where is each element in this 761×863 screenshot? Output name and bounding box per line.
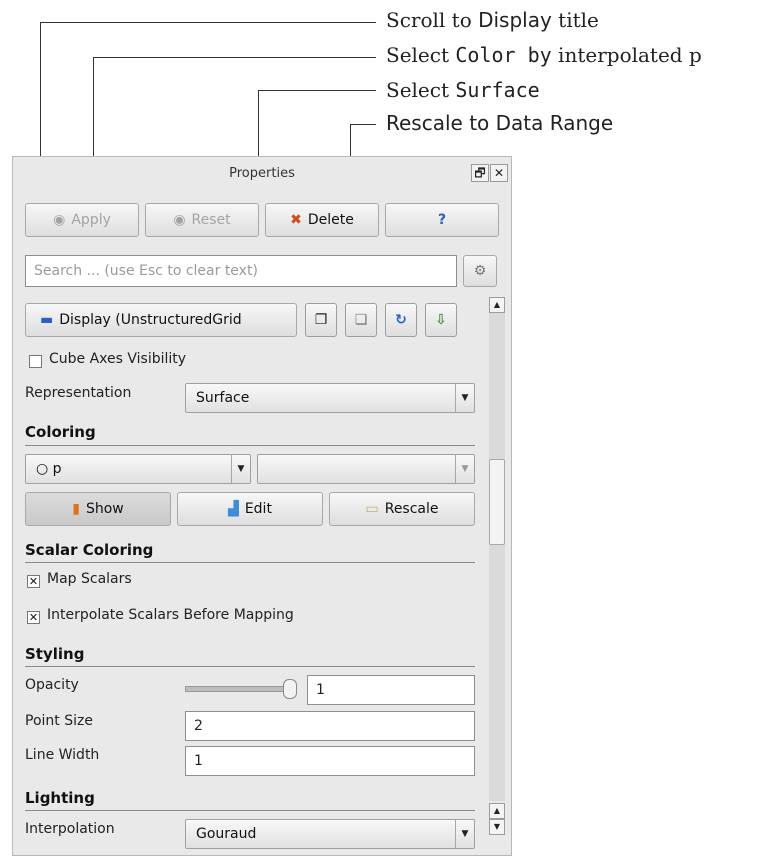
annotation-1: Scroll to Display title [386,8,599,32]
point-size-field[interactable]: 2 [185,711,475,741]
line-width-field[interactable]: 1 [185,746,475,776]
line-width-label: Line Width [25,747,100,763]
coloring-rule [25,445,475,446]
reload-icon[interactable]: ↻ [385,303,417,337]
properties-panel: Properties 🗗 ✕ ◉ Apply ◉ Reset ✖ Delete ? S… [12,156,512,856]
scroll-up-button-bottom[interactable]: ▲ [489,803,505,819]
search-input[interactable]: Search ... (use Esc to clear text) [25,255,457,287]
interpolation-dropdown[interactable]: Gouraud ▼ [185,819,475,849]
scroll-down-button[interactable]: ▼ [489,819,505,835]
chevron-down-icon: ▼ [455,455,474,483]
leader-1-horizontal [40,22,376,23]
rescale-icon: ▭ [365,501,379,517]
interpolate-scalars-label: Interpolate Scalars Before Mapping [47,607,294,623]
cube-axes-label: Cube Axes Visibility [49,351,187,367]
map-scalars-label: Map Scalars [47,571,132,587]
opacity-label: Opacity [25,677,79,693]
coloring-title: Coloring [25,423,96,441]
display-section-button[interactable]: ▬ Display (UnstructuredGrid [25,303,297,337]
scrollbar-track[interactable] [489,313,505,801]
paste-icon[interactable]: ❏ [345,303,377,337]
edit-colormap-icon: ▟ [228,501,239,517]
reset-button[interactable]: ◉ Reset [145,203,259,237]
scalar-coloring-title: Scalar Coloring [25,541,154,559]
scalar-coloring-rule [25,562,475,563]
styling-rule [25,666,475,667]
leader-4-horizontal [350,124,376,125]
annotation-4: Rescale to Data Range [386,111,614,135]
styling-title: Styling [25,645,85,663]
interpolate-scalars-checkbox[interactable]: ✕ [27,611,40,624]
float-icon[interactable]: 🗗 [471,164,489,182]
colorbar-icon: ▮ [72,501,80,517]
gear-icon[interactable]: ⚙ [463,255,497,287]
cube-axes-checkbox[interactable] [29,355,42,368]
chevron-down-icon: ▼ [455,384,474,412]
close-icon[interactable]: ✕ [490,164,508,182]
edit-colormap-button[interactable]: ▟ Edit [177,492,323,526]
scrollbar-thumb[interactable] [489,459,505,545]
show-colorbar-button[interactable]: ▮ Show [25,492,171,526]
color-by-dropdown[interactable]: ○ p ▼ [25,454,251,484]
leader-3-horizontal [258,90,376,91]
help-icon: ? [437,212,447,228]
representation-dropdown[interactable]: Surface ▼ [185,383,475,413]
annotation-3: Select Surface [386,78,540,102]
help-button[interactable]: ? [385,203,499,237]
opacity-slider-handle[interactable] [283,679,297,699]
display-dash-icon: ▬ [40,312,54,328]
scroll-up-button[interactable]: ▲ [489,297,505,313]
component-dropdown[interactable]: ▼ [257,454,475,484]
map-scalars-checkbox[interactable]: ✕ [27,575,40,588]
apply-button[interactable]: ◉ Apply [25,203,139,237]
chevron-down-icon: ▼ [231,455,250,483]
rescale-button[interactable]: ▭ Rescale [329,492,475,526]
opacity-slider-track [185,686,297,692]
opacity-field[interactable]: 1 [307,675,475,705]
point-size-label: Point Size [25,713,93,729]
copy-icon[interactable]: ❐ [305,303,337,337]
delete-button[interactable]: ✖ Delete [265,203,379,237]
reset-icon: ◉ [173,212,186,228]
lighting-title: Lighting [25,789,95,807]
panel-title: Properties [229,166,295,181]
apply-icon: ◉ [53,212,66,228]
interpolation-label: Interpolation [25,821,115,837]
representation-label: Representation [25,385,132,401]
chevron-down-icon: ▼ [455,820,474,848]
leader-2-horizontal [93,57,376,58]
annotation-2: Select Color by interpolated p [386,43,702,67]
save-icon[interactable]: ⇩ [425,303,457,337]
delete-x-icon: ✖ [290,212,302,228]
lighting-rule [25,810,475,811]
